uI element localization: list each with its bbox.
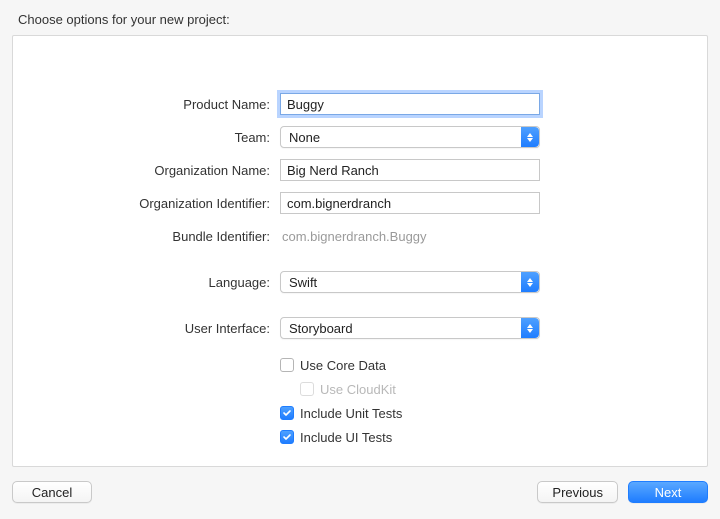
next-button[interactable]: Next: [628, 481, 708, 503]
label-product-name: Product Name:: [73, 97, 280, 112]
label-team: Team:: [73, 130, 280, 145]
row-use-cloudkit: Use CloudKit: [300, 379, 647, 399]
language-select[interactable]: Swift: [280, 271, 540, 293]
page-title: Choose options for your new project:: [18, 12, 706, 27]
user-interface-select[interactable]: Storyboard: [280, 317, 540, 339]
team-select[interactable]: None: [280, 126, 540, 148]
user-interface-select-value: Storyboard: [289, 321, 353, 336]
include-ui-tests-label: Include UI Tests: [300, 430, 392, 445]
label-org-name: Organization Name:: [73, 163, 280, 178]
row-use-core-data: Use Core Data: [280, 355, 647, 375]
org-id-input[interactable]: [280, 192, 540, 214]
checkbox-group: Use Core Data Use CloudKit Include Unit …: [73, 355, 647, 447]
row-language: Language: Swift: [73, 270, 647, 294]
row-include-ui-tests: Include UI Tests: [280, 427, 647, 447]
label-user-interface: User Interface:: [73, 321, 280, 336]
label-bundle-id: Bundle Identifier:: [73, 229, 280, 244]
include-ui-tests-checkbox[interactable]: [280, 430, 294, 444]
bundle-id-value: com.bignerdranch.Buggy: [280, 229, 427, 244]
row-include-unit-tests: Include Unit Tests: [280, 403, 647, 423]
include-unit-tests-checkbox[interactable]: [280, 406, 294, 420]
new-project-options-window: Choose options for your new project: Pro…: [0, 0, 720, 519]
row-product-name: Product Name:: [73, 92, 647, 116]
row-org-name: Organization Name:: [73, 158, 647, 182]
include-unit-tests-label: Include Unit Tests: [300, 406, 402, 421]
org-name-input[interactable]: [280, 159, 540, 181]
options-form: Product Name: Team: None Organiz: [73, 92, 647, 447]
use-cloudkit-checkbox: [300, 382, 314, 396]
row-user-interface: User Interface: Storyboard: [73, 316, 647, 340]
language-select-value: Swift: [289, 275, 317, 290]
row-org-id: Organization Identifier:: [73, 191, 647, 215]
use-core-data-label: Use Core Data: [300, 358, 386, 373]
label-language: Language:: [73, 275, 280, 290]
updown-icon: [521, 318, 539, 338]
use-core-data-checkbox[interactable]: [280, 358, 294, 372]
row-team: Team: None: [73, 125, 647, 149]
use-cloudkit-label: Use CloudKit: [320, 382, 396, 397]
row-bundle-id: Bundle Identifier: com.bignerdranch.Bugg…: [73, 224, 647, 248]
team-select-value: None: [289, 130, 320, 145]
cancel-button[interactable]: Cancel: [12, 481, 92, 503]
options-panel: Product Name: Team: None Organiz: [12, 35, 708, 467]
updown-icon: [521, 272, 539, 292]
previous-button[interactable]: Previous: [537, 481, 618, 503]
label-org-id: Organization Identifier:: [73, 196, 280, 211]
footer-buttons: Cancel Previous Next: [12, 467, 708, 507]
product-name-input[interactable]: [280, 93, 540, 115]
updown-icon: [521, 127, 539, 147]
